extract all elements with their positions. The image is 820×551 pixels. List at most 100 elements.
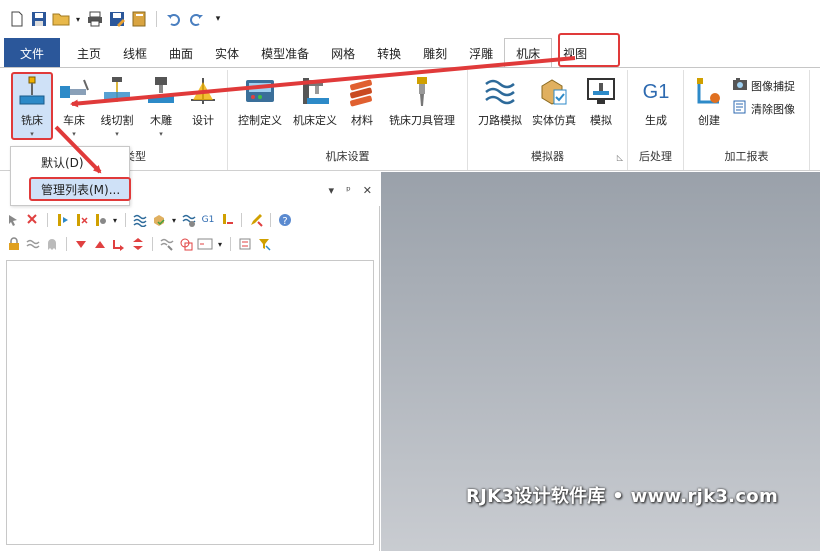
g1-icon: G1	[642, 80, 670, 103]
panel-menu-icon[interactable]: ▾	[329, 184, 335, 197]
sort-icon[interactable]	[237, 236, 253, 252]
filter-icon[interactable]	[256, 236, 272, 252]
tab-home[interactable]: 主页	[66, 38, 112, 68]
tool-remove-icon[interactable]	[73, 212, 89, 228]
control-definition-button[interactable]: 控制定义	[234, 76, 286, 128]
lock-icon[interactable]	[6, 236, 22, 252]
ribbon-tabs: 文件 主页 线框 曲面 实体 模型准备 网格 转换 雕刻 浮雕 机床 视图	[0, 38, 820, 68]
chevron-down-icon[interactable]: ▾	[216, 236, 224, 252]
ghost-icon[interactable]	[44, 236, 60, 252]
tab-machine[interactable]: 机床	[504, 38, 553, 68]
clear-image-icon	[732, 100, 748, 117]
tool-insert-icon[interactable]	[219, 212, 235, 228]
show-toolpath-icon[interactable]	[159, 236, 175, 252]
toolpath-simulation-button[interactable]: 刀路模拟	[474, 76, 526, 128]
save-as-icon[interactable]	[108, 10, 126, 28]
help-icon[interactable]: ?	[277, 212, 293, 228]
deselect-icon[interactable]	[25, 212, 41, 228]
tab-relief[interactable]: 浮雕	[458, 38, 504, 68]
chevron-down-icon[interactable]: ▾	[170, 212, 178, 228]
close-icon[interactable]: ✕	[363, 184, 372, 197]
tab-solid[interactable]: 实体	[204, 38, 250, 68]
edit-icon[interactable]	[248, 212, 264, 228]
material-icon	[346, 76, 378, 108]
mill-label: 铣床	[21, 114, 43, 127]
mill-tool-manager-button[interactable]: 铣床刀具管理	[384, 76, 460, 128]
solid-simulation-icon	[538, 76, 570, 108]
tab-mesh[interactable]: 网格	[320, 38, 366, 68]
wave-icon[interactable]	[25, 236, 41, 252]
menu-item-manage-list[interactable]: 管理列表(M)...	[29, 177, 131, 201]
toolpath-settings-icon[interactable]	[181, 212, 197, 228]
simulate-button[interactable]: 模拟	[586, 76, 616, 128]
new-file-icon[interactable]	[8, 10, 26, 28]
tool-settings-icon[interactable]	[92, 212, 108, 228]
toolpath-simulation-icon	[484, 76, 516, 108]
solid-simulation-button[interactable]: 实体仿真	[528, 76, 580, 128]
clear-image-button[interactable]: 清除图像	[732, 100, 795, 117]
group-label-simulator: 模拟器	[531, 150, 564, 163]
design-icon	[187, 76, 219, 108]
expand-collapse-icon[interactable]	[130, 236, 146, 252]
simulate-icon	[585, 76, 617, 108]
move-down-icon[interactable]	[73, 236, 89, 252]
chevron-down-icon[interactable]: ▾	[111, 212, 119, 228]
operations-tree[interactable]	[6, 260, 374, 545]
panel-toolbar-row-2: ▾	[6, 236, 272, 252]
separator	[47, 213, 48, 227]
display-options-icon[interactable]	[197, 236, 213, 252]
router-button[interactable]: 木雕 ▾	[144, 76, 178, 138]
save-icon[interactable]	[30, 10, 48, 28]
tab-model-prep[interactable]: 模型准备	[250, 38, 320, 68]
tab-transform[interactable]: 转换	[366, 38, 412, 68]
lathe-button[interactable]: 车床 ▾	[56, 76, 92, 138]
camera-icon	[732, 77, 748, 94]
show-entities-icon[interactable]	[178, 236, 194, 252]
watermark-text: RJK3设计软件库 • www.rjk3.com	[466, 486, 779, 507]
tab-engrave[interactable]: 雕刻	[412, 38, 458, 68]
create-report-button[interactable]: 创建	[692, 76, 726, 128]
move-up-icon[interactable]	[92, 236, 108, 252]
book-icon[interactable]	[130, 10, 148, 28]
quick-access-toolbar: ▾ ▾	[0, 0, 820, 38]
insert-arrow-icon[interactable]	[111, 236, 127, 252]
group-label-report: 加工报表	[724, 150, 769, 163]
menu-item-default[interactable]: 默认(D)	[11, 150, 129, 174]
group-label-machine-setup: 机床设置	[325, 150, 370, 163]
customize-toolbar-icon[interactable]: ▾	[209, 10, 227, 28]
tab-file[interactable]: 文件	[4, 38, 60, 68]
machine-definition-button[interactable]: 机床定义	[289, 76, 341, 128]
tab-surface[interactable]: 曲面	[158, 38, 204, 68]
separator	[156, 11, 157, 27]
material-label: 材料	[351, 114, 373, 127]
generate-button[interactable]: G1 生成	[638, 76, 674, 128]
chevron-down-icon[interactable]: ▾	[74, 10, 82, 28]
verify-icon[interactable]	[151, 212, 167, 228]
g1-small-icon[interactable]: G1	[200, 212, 216, 228]
tab-wireframe[interactable]: 线框	[112, 38, 158, 68]
wire-edm-button[interactable]: 线切割 ▾	[96, 76, 138, 138]
select-arrow-icon[interactable]	[6, 212, 22, 228]
separator	[270, 213, 271, 227]
mill-button[interactable]: 铣床 ▾	[14, 76, 50, 138]
open-folder-icon[interactable]	[52, 10, 70, 28]
lathe-label: 车床	[63, 114, 85, 127]
design-label: 设计	[192, 114, 214, 127]
dialog-launcher-icon[interactable]: ◺	[617, 153, 623, 162]
separator	[230, 237, 231, 251]
mill-dropdown-menu: 默认(D) 管理列表(M)...	[10, 146, 131, 206]
undo-icon[interactable]	[165, 10, 183, 28]
image-capture-button[interactable]: 图像捕捉	[732, 77, 795, 94]
control-definition-icon	[244, 76, 276, 108]
toolpath-icon[interactable]	[132, 212, 148, 228]
print-icon[interactable]	[86, 10, 104, 28]
machine-tab-highlight	[558, 33, 620, 67]
design-button[interactable]: 设计	[186, 76, 220, 128]
material-button[interactable]: 材料	[346, 76, 378, 128]
wire-edm-icon	[101, 76, 133, 108]
pin-icon[interactable]: ᵖ	[346, 184, 351, 197]
tool-select-icon[interactable]	[54, 212, 70, 228]
redo-icon[interactable]	[187, 10, 205, 28]
chevron-down-icon: ▾	[30, 130, 34, 138]
mill-tool-manager-label: 铣床刀具管理	[389, 114, 455, 127]
